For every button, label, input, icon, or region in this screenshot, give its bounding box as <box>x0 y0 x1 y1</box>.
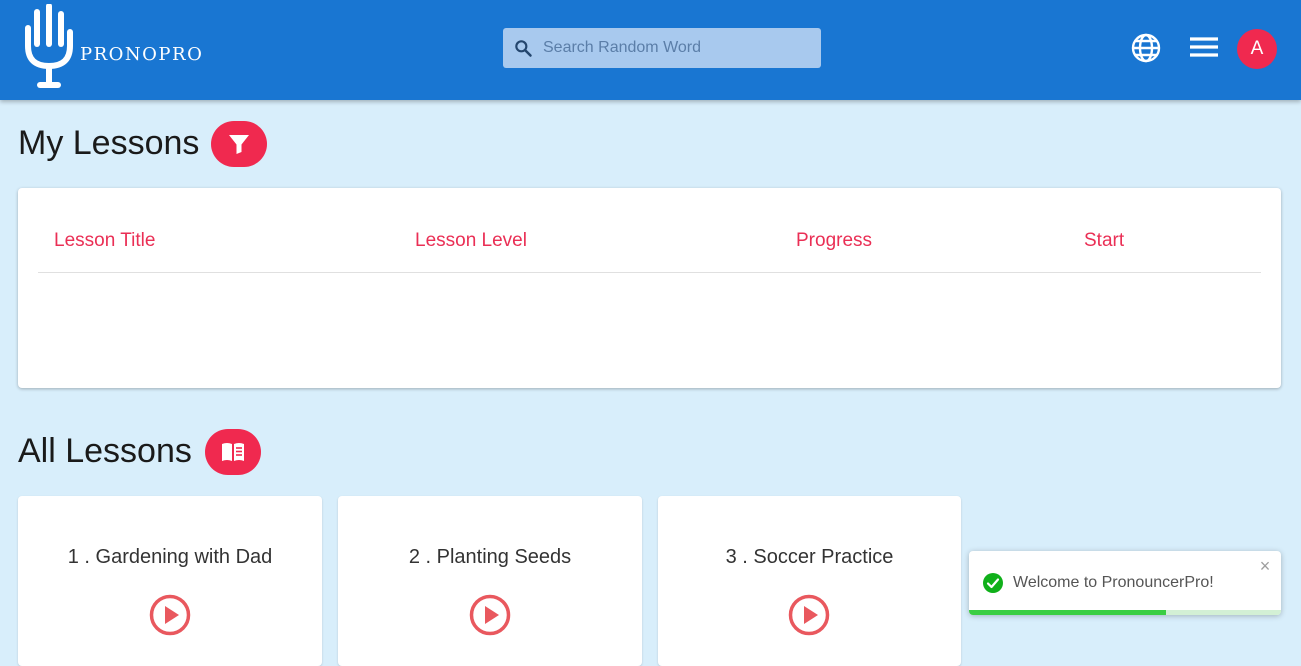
filter-icon <box>229 135 249 154</box>
play-circle-icon[interactable] <box>149 594 191 636</box>
toast-progress-track <box>969 610 1281 615</box>
toast-notification[interactable]: Welcome to PronouncerPro! × <box>969 551 1281 615</box>
lesson-title: 1 . Gardening with Dad <box>67 546 273 568</box>
lesson-card[interactable]: 1 . Gardening with Dad <box>18 496 322 666</box>
lesson-card[interactable]: 2 . Planting Seeds <box>338 496 642 666</box>
avatar[interactable]: A <box>1237 29 1277 69</box>
hamburger-menu-icon <box>1190 37 1218 57</box>
search-icon <box>515 40 532 57</box>
browse-lessons-button[interactable] <box>205 429 261 475</box>
open-book-icon <box>222 443 244 461</box>
toast-message: Welcome to PronouncerPro! <box>1013 574 1214 591</box>
my-lessons-title: My Lessons <box>18 124 200 162</box>
logo[interactable]: PRONOPRO <box>22 4 212 92</box>
column-header-progress[interactable]: Progress <box>796 230 872 252</box>
search-input[interactable] <box>543 28 813 68</box>
play-circle-icon[interactable] <box>788 594 830 636</box>
microphone-hand-logo-icon <box>25 4 73 88</box>
toast-close-button[interactable]: × <box>1257 557 1273 575</box>
filter-button[interactable] <box>211 121 267 167</box>
my-lessons-table: Lesson Title Lesson Level Progress Start <box>18 188 1281 388</box>
logo-text: PRONOPRO <box>80 44 204 65</box>
all-lessons-title: All Lessons <box>18 432 192 470</box>
lesson-title: 2 . Planting Seeds <box>408 546 572 568</box>
column-header-start[interactable]: Start <box>1084 230 1124 252</box>
column-header-lesson-level[interactable]: Lesson Level <box>415 230 527 252</box>
play-circle-icon[interactable] <box>469 594 511 636</box>
check-circle-icon <box>983 573 1003 593</box>
toast-progress-bar <box>969 610 1166 615</box>
search-bar[interactable] <box>503 28 821 68</box>
lesson-title: 3 . Soccer Practice <box>725 546 894 568</box>
globe-icon <box>1131 33 1161 63</box>
language-button[interactable] <box>1130 30 1162 66</box>
table-header-divider <box>38 272 1261 273</box>
app-bar: PRONOPRO A <box>0 0 1301 100</box>
lesson-card[interactable]: 3 . Soccer Practice <box>658 496 961 666</box>
menu-button[interactable] <box>1188 30 1220 66</box>
column-header-lesson-title[interactable]: Lesson Title <box>54 230 155 252</box>
